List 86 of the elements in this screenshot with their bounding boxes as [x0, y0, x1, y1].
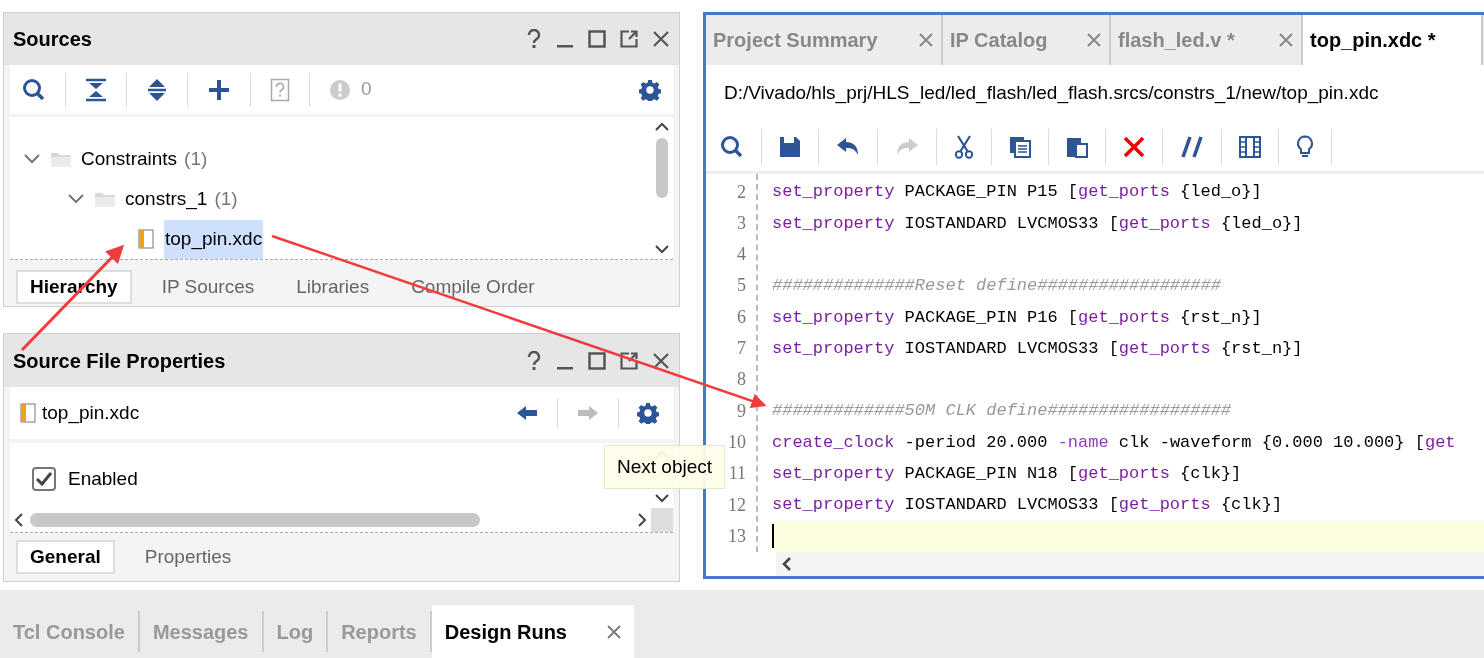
text-cursor [772, 524, 774, 549]
code-line: set_property IOSTANDARD LVCMOS33 [get_ports {clk}] [771, 494, 1284, 517]
file-icon [20, 403, 36, 423]
item-count: (1) [214, 187, 238, 212]
tooltip: Next object [604, 445, 726, 489]
close-icon[interactable] [607, 624, 621, 639]
undo-icon[interactable] [836, 136, 860, 157]
folder-icon [50, 150, 72, 169]
columns-icon[interactable] [1239, 135, 1261, 158]
tab[interactable]: IP Sources [149, 270, 267, 305]
code-line: create_clock -period 20.000 -name clk -waveform {0.000 10.000} [get [771, 431, 1457, 454]
help-icon[interactable] [526, 350, 542, 371]
item-count: (1) [184, 147, 208, 172]
scrollbar-corner [651, 508, 673, 532]
tab[interactable]: Properties [132, 540, 244, 574]
line-number: 5 [736, 274, 746, 298]
line-number: 6 [736, 305, 746, 329]
panel-title: Sources [13, 26, 92, 52]
tree-item[interactable]: constrs_1 [124, 180, 209, 219]
expand-all-icon[interactable] [146, 77, 168, 102]
close-icon[interactable] [919, 33, 933, 47]
horizontal-scrollbar[interactable] [776, 552, 1484, 576]
comment-icon[interactable] [1180, 135, 1204, 158]
maximize-icon[interactable] [588, 29, 606, 48]
caret-icon[interactable] [24, 154, 40, 165]
editor-tab[interactable]: top_pin.xdc * [1303, 15, 1483, 65]
tab[interactable]: Libraries [284, 270, 382, 305]
tree-item[interactable]: top_pin.xdc [164, 220, 264, 259]
code-line: set_property IOSTANDARD LVCMOS33 [get_ports {rst_n}] [771, 337, 1304, 360]
line-number: 4 [736, 243, 746, 267]
delete-icon[interactable] [1123, 135, 1145, 158]
file-icon [138, 229, 154, 250]
close-icon[interactable] [652, 29, 670, 48]
code-line: #############50M CLK define################## [771, 400, 1233, 423]
add-icon[interactable] [207, 77, 231, 102]
line-number: 10 [727, 430, 746, 454]
code-line: ##############Reset define################## [771, 275, 1222, 298]
panel-tab[interactable]: Design Runs [431, 605, 634, 658]
warning-icon [329, 78, 351, 101]
back-arrow-icon[interactable] [515, 404, 539, 422]
checkbox[interactable] [32, 467, 56, 492]
close-icon[interactable] [1087, 33, 1101, 47]
code-line: set_property PACKAGE_PIN N18 [get_ports {clk}] [771, 463, 1243, 485]
maximize-icon[interactable] [588, 351, 606, 370]
scroll-down-icon[interactable] [654, 245, 670, 256]
code-line: set_property PACKAGE_PIN P16 [get_ports {rst_n}] [771, 306, 1263, 329]
scroll-left-icon[interactable] [782, 556, 792, 572]
scrollbar-thumb[interactable] [656, 138, 668, 199]
copy-icon[interactable] [1009, 135, 1031, 158]
float-window-icon[interactable] [620, 351, 638, 370]
help-icon[interactable] [526, 28, 542, 49]
scrollbar-thumb[interactable] [30, 513, 480, 527]
folder-icon [94, 190, 116, 209]
panel-title: Source File Properties [13, 348, 226, 374]
line-number: 3 [736, 211, 746, 235]
file-name: top_pin.xdc [42, 400, 140, 426]
scroll-left-icon[interactable] [14, 512, 24, 528]
close-icon[interactable] [1279, 33, 1293, 47]
line-number: 2 [736, 180, 746, 204]
paste-icon[interactable] [1066, 135, 1088, 158]
code-line: set_property IOSTANDARD LVCMOS33 [get_ports {led_o}] [771, 212, 1304, 235]
line-number: 12 [727, 493, 746, 517]
code-line: set_property PACKAGE_PIN P15 [get_ports {led_o}] [771, 181, 1263, 204]
line-number: 13 [727, 524, 746, 548]
scroll-down-icon[interactable] [654, 494, 670, 504]
line-number: 9 [736, 399, 746, 423]
caret-icon[interactable] [68, 194, 84, 205]
settings-icon[interactable] [639, 78, 661, 101]
scroll-up-icon[interactable] [654, 121, 670, 132]
file-path: D:/Vivado/hls_prj/HLS_led/led_flash/led_flash.srcs/constrs_1/new/top_pin.xdc [724, 81, 1379, 106]
scissors-icon[interactable] [954, 134, 974, 159]
tree-item[interactable]: Constraints [80, 140, 179, 179]
collapse-all-icon[interactable] [85, 77, 107, 102]
save-icon[interactable] [779, 135, 801, 158]
close-icon[interactable] [652, 351, 670, 370]
float-window-icon[interactable] [620, 29, 638, 48]
line-number: 7 [736, 337, 746, 361]
lightbulb-icon[interactable] [1296, 134, 1314, 159]
issue-count: 0 [361, 77, 372, 102]
search-icon[interactable] [22, 77, 46, 102]
scroll-right-icon[interactable] [637, 512, 647, 528]
line-number: 8 [736, 368, 746, 392]
tab[interactable]: General [16, 540, 115, 574]
settings-icon[interactable] [637, 402, 659, 424]
checkbox-label: Enabled [68, 467, 138, 491]
search-icon[interactable] [720, 134, 744, 159]
